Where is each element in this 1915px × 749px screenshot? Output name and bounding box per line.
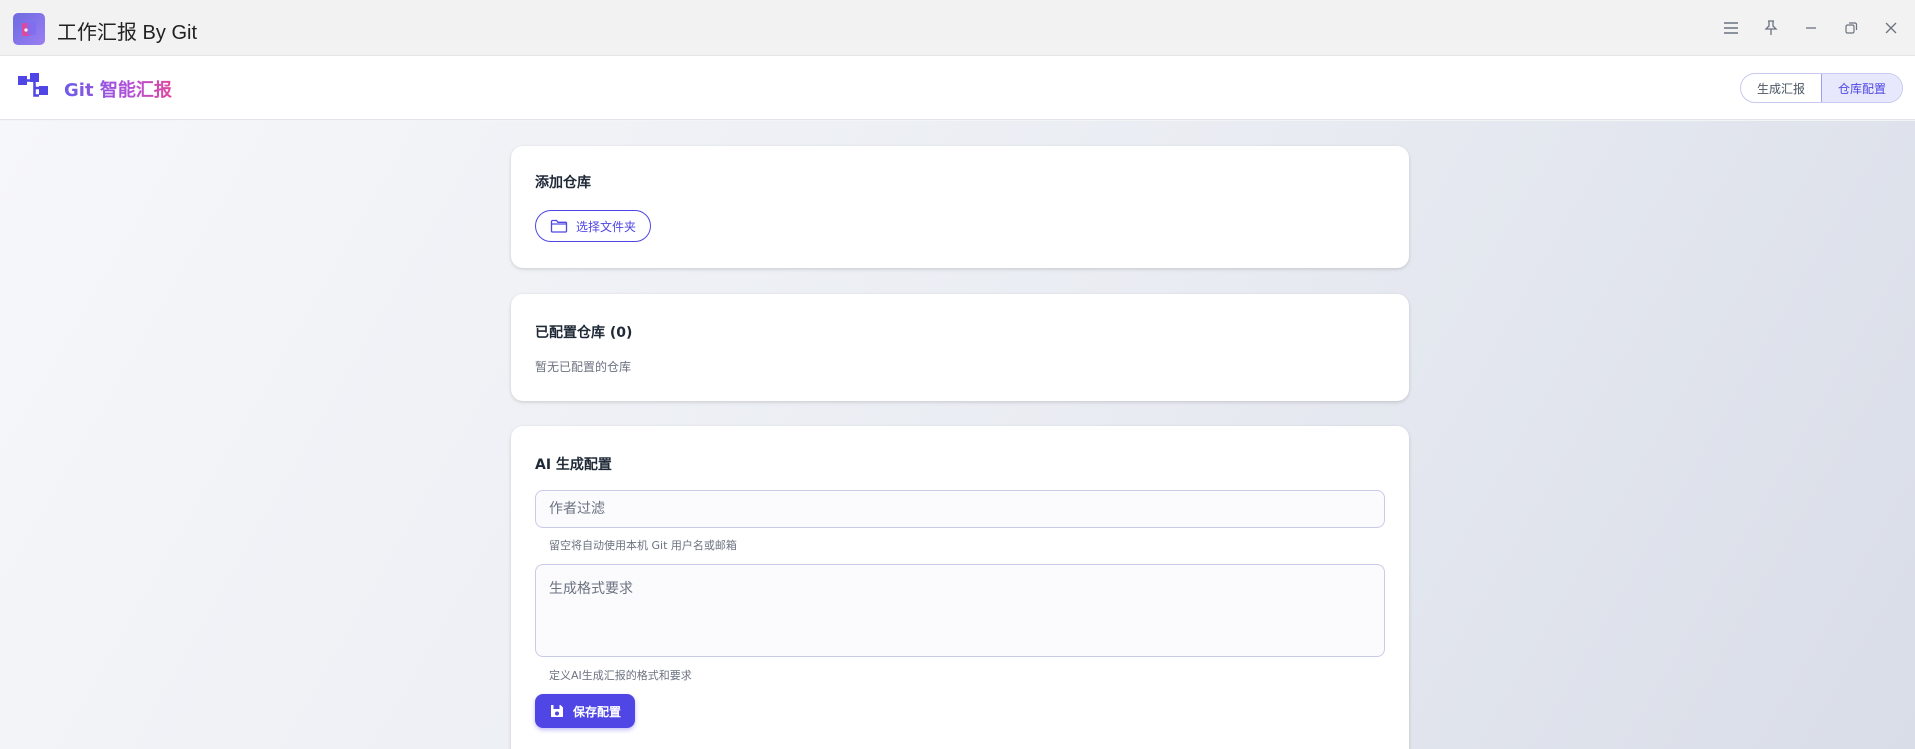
- add-repo-title: 添加仓库: [535, 175, 591, 191]
- add-repo-card: 添加仓库 选择文件夹: [511, 146, 1409, 268]
- title-bar: 工作汇报 By Git: [0, 0, 1915, 56]
- restore-icon[interactable]: [1839, 16, 1863, 40]
- app-header: Git 智能汇报 生成汇报 仓库配置: [0, 56, 1915, 120]
- author-filter-input[interactable]: [535, 490, 1385, 528]
- main-content: 添加仓库 选择文件夹 已配置仓库 (0) 暂无已配置的仓库 AI 生成配置 留空…: [0, 121, 1915, 749]
- configured-repos-card: 已配置仓库 (0) 暂无已配置的仓库: [511, 294, 1409, 401]
- folder-icon: [550, 219, 568, 233]
- ai-config-card: AI 生成配置 留空将自动使用本机 Git 用户名或邮箱 定义AI生成汇报的格式…: [511, 426, 1409, 749]
- tab-repo-config[interactable]: 仓库配置: [1820, 74, 1902, 102]
- select-folder-button[interactable]: 选择文件夹: [535, 210, 652, 242]
- select-folder-label: 选择文件夹: [576, 219, 637, 234]
- empty-repos-text: 暂无已配置的仓库: [535, 360, 632, 374]
- configured-repos-title: 已配置仓库 (0): [535, 325, 633, 341]
- close-icon[interactable]: [1879, 16, 1903, 40]
- save-config-button[interactable]: 保存配置: [535, 694, 636, 728]
- minimize-icon[interactable]: [1799, 16, 1823, 40]
- save-icon: [551, 705, 563, 717]
- pin-icon[interactable]: [1759, 16, 1783, 40]
- view-switch: 生成汇报 仓库配置: [1739, 73, 1903, 103]
- window-title: 工作汇报 By Git: [57, 22, 198, 44]
- repo-tree-icon: [18, 73, 48, 97]
- format-requirements-textarea[interactable]: [535, 564, 1385, 657]
- brand-title: Git 智能汇报: [64, 76, 172, 102]
- author-filter-hint: 留空将自动使用本机 Git 用户名或邮箱: [549, 539, 737, 552]
- menu-icon[interactable]: [1719, 16, 1743, 40]
- save-config-label: 保存配置: [573, 704, 622, 719]
- app-icon: [13, 13, 45, 45]
- ai-config-title: AI 生成配置: [535, 457, 612, 473]
- format-requirements-hint: 定义AI生成汇报的格式和要求: [549, 669, 692, 682]
- tab-generate-report[interactable]: 生成汇报: [1741, 74, 1821, 102]
